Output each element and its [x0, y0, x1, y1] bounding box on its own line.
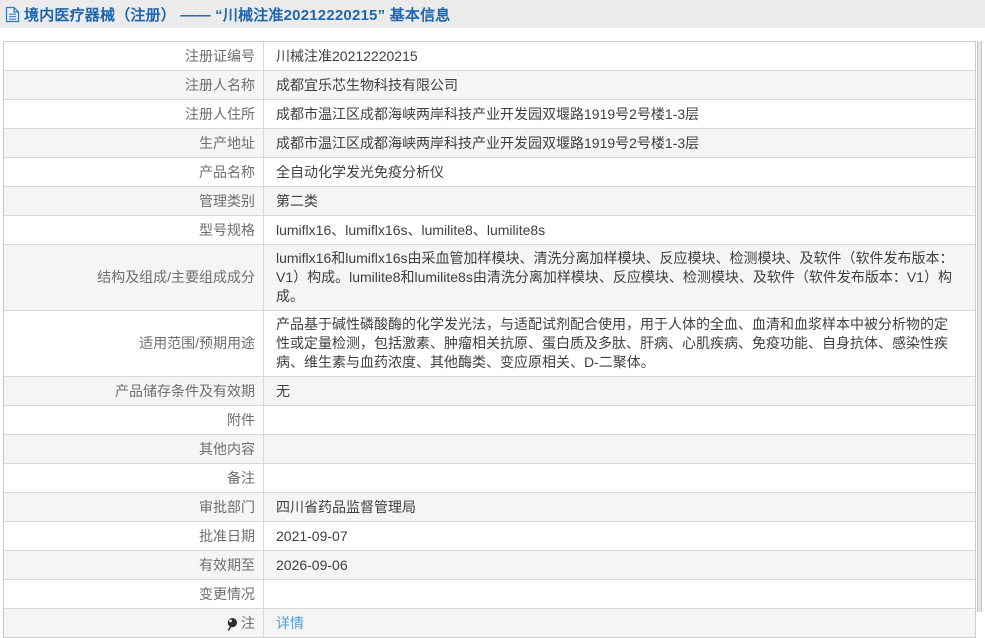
note-detail-link[interactable]: 详情: [276, 614, 304, 633]
row-label: 生产地址: [4, 129, 264, 157]
row-value-text: lumiflx16和lumiflx16s由采血管加样模块、清洗分离加样模块、反应…: [276, 249, 961, 306]
row-value: 四川省药品监督管理局: [264, 493, 975, 521]
row-label: 产品名称: [4, 158, 264, 186]
row-value: 无: [264, 377, 975, 405]
row-label: 批准日期: [4, 522, 264, 550]
table-row: 批准日期 2021-09-07: [4, 522, 975, 551]
document-icon: [5, 6, 20, 23]
vertical-scrollbar[interactable]: [977, 41, 982, 612]
row-value: 第二类: [264, 187, 975, 215]
row-label: 变更情况: [4, 580, 264, 608]
note-bulb-icon: [226, 617, 238, 631]
table-row: 变更情况: [4, 580, 975, 609]
table-row: 注册证编号 川械注准20212220215: [4, 42, 975, 71]
row-value: 成都市温江区成都海峡两岸科技产业开发园双堰路1919号2号楼1-3层: [264, 129, 975, 157]
page-title: 境内医疗器械（注册） —— “川械注准20212220215” 基本信息: [24, 4, 450, 25]
row-value: [264, 435, 975, 463]
table-row: 型号规格 lumiflx16、lumiflx16s、lumilite8、lumi…: [4, 216, 975, 245]
header-bar: 境内医疗器械（注册） —— “川械注准20212220215” 基本信息: [0, 0, 985, 28]
row-label: 有效期至: [4, 551, 264, 579]
table-row: 附件: [4, 406, 975, 435]
table-row: 有效期至 2026-09-06: [4, 551, 975, 580]
row-value: 2026-09-06: [264, 551, 975, 579]
table-row: 其他内容: [4, 435, 975, 464]
row-label: 其他内容: [4, 435, 264, 463]
row-value: 全自动化学发光免疫分析仪: [264, 158, 975, 186]
row-value: 成都宜乐芯生物科技有限公司: [264, 71, 975, 99]
row-value: 2021-09-07: [264, 522, 975, 550]
row-value: lumiflx16、lumiflx16s、lumilite8、lumilite8…: [264, 216, 975, 244]
row-value: 详情: [264, 609, 975, 637]
row-label: 型号规格: [4, 216, 264, 244]
table-row: 注册人名称 成都宜乐芯生物科技有限公司: [4, 71, 975, 100]
table-row: 生产地址 成都市温江区成都海峡两岸科技产业开发园双堰路1919号2号楼1-3层: [4, 129, 975, 158]
row-label: 结构及组成/主要组成成分: [4, 245, 264, 310]
row-value: [264, 406, 975, 434]
row-value-text: 产品基于碱性磷酸酶的化学发光法，与适配试剂配合使用，用于人体的全血、血清和血浆样…: [276, 315, 961, 372]
table-row: 注册人住所 成都市温江区成都海峡两岸科技产业开发园双堰路1919号2号楼1-3层: [4, 100, 975, 129]
row-value: [264, 464, 975, 492]
row-label: 管理类别: [4, 187, 264, 215]
table-row: 适用范围/预期用途 产品基于碱性磷酸酶的化学发光法，与适配试剂配合使用，用于人体…: [4, 311, 975, 377]
table-row: 审批部门 四川省药品监督管理局: [4, 493, 975, 522]
row-label: 注: [4, 609, 264, 637]
row-value: lumiflx16和lumiflx16s由采血管加样模块、清洗分离加样模块、反应…: [264, 245, 975, 310]
table-row: 备注: [4, 464, 975, 493]
row-label: 审批部门: [4, 493, 264, 521]
row-value: 川械注准20212220215: [264, 42, 975, 70]
row-label: 备注: [4, 464, 264, 492]
row-label-text: 注: [241, 614, 255, 633]
table-row-note: 注 详情: [4, 609, 975, 637]
table-row: 结构及组成/主要组成成分 lumiflx16和lumiflx16s由采血管加样模…: [4, 245, 975, 311]
row-value: 产品基于碱性磷酸酶的化学发光法，与适配试剂配合使用，用于人体的全血、血清和血浆样…: [264, 311, 975, 376]
row-value: [264, 580, 975, 608]
row-value: 成都市温江区成都海峡两岸科技产业开发园双堰路1919号2号楼1-3层: [264, 100, 975, 128]
row-label: 适用范围/预期用途: [4, 311, 264, 376]
row-label: 注册证编号: [4, 42, 264, 70]
row-label: 注册人名称: [4, 71, 264, 99]
row-label: 产品储存条件及有效期: [4, 377, 264, 405]
table-row: 管理类别 第二类: [4, 187, 975, 216]
table-row: 产品储存条件及有效期 无: [4, 377, 975, 406]
registration-info-table: 注册证编号 川械注准20212220215 注册人名称 成都宜乐芯生物科技有限公…: [3, 41, 976, 638]
table-row: 产品名称 全自动化学发光免疫分析仪: [4, 158, 975, 187]
row-label: 附件: [4, 406, 264, 434]
row-label: 注册人住所: [4, 100, 264, 128]
